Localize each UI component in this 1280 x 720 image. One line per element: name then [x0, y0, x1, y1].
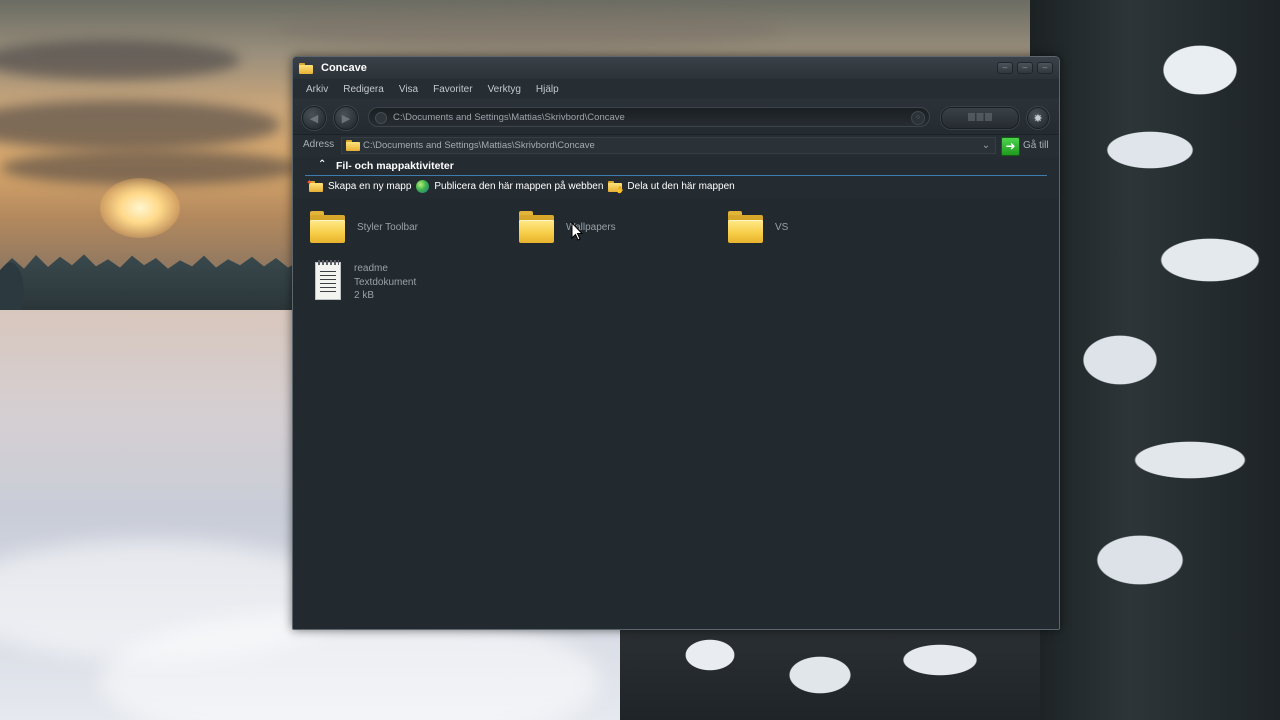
text-document-icon	[315, 260, 341, 300]
file-name: readme	[354, 263, 388, 274]
menu-verktyg[interactable]: Verktyg	[488, 84, 521, 95]
menu-redigera[interactable]: Redigera	[343, 84, 384, 95]
task-new-folder[interactable]: ✦ Skapa en ny mapp	[306, 178, 412, 192]
folder-name: Styler Toolbar	[357, 221, 418, 233]
path-text: C:\Documents and Settings\Mattias\Skrivb…	[393, 112, 625, 123]
task-publish-web[interactable]: Publicera den här mappen på webben	[416, 179, 604, 193]
window-title: Concave	[321, 62, 367, 74]
go-label[interactable]: Gå till	[1023, 140, 1049, 151]
folder-icon	[346, 140, 360, 151]
folder-icon	[310, 211, 345, 243]
minimize-button[interactable]: –	[997, 62, 1013, 74]
tasks-header[interactable]: ⌃ Fil- och mappaktiviteter	[305, 157, 1047, 176]
globe-icon	[416, 179, 430, 193]
mouse-cursor-icon	[571, 222, 583, 241]
share-folder-icon: ✋	[608, 180, 624, 194]
menu-bar: Arkiv Redigera Visa Favoriter Verktyg Hj…	[293, 79, 1059, 99]
path-breadcrumb-bar[interactable]: C:\Documents and Settings\Mattias\Skrivb…	[368, 107, 930, 127]
wallpaper-cloud	[280, 10, 780, 50]
window-controls: – – –	[997, 62, 1053, 74]
chevron-up-icon[interactable]: ⌃	[318, 159, 326, 170]
menu-favoriter[interactable]: Favoriter	[433, 84, 472, 95]
forward-button[interactable]: ▶	[334, 106, 358, 130]
view-grid-icon	[968, 113, 992, 121]
wallpaper-sun	[100, 178, 180, 238]
file-details: readme Textdokument 2 kB	[354, 262, 416, 303]
refresh-icon[interactable]: ○	[911, 111, 925, 125]
view-mode-button[interactable]	[941, 107, 1019, 129]
wallpaper-snowy-bush	[620, 625, 1040, 720]
path-icon	[375, 112, 387, 124]
title-bar[interactable]: Concave – – –	[293, 57, 1059, 79]
folder-name: VS	[775, 221, 789, 233]
file-item-readme[interactable]: readme Textdokument 2 kB	[315, 260, 416, 303]
task-share-folder[interactable]: ✋ Dela ut den här mappen	[608, 180, 735, 194]
folder-icon	[299, 63, 313, 74]
tasks-list: ✦ Skapa en ny mapp Publicera den här map…	[306, 178, 740, 194]
explorer-window: Concave – – – Arkiv Redigera Visa Favori…	[292, 56, 1060, 630]
folder-item-styler-toolbar[interactable]: Styler Toolbar	[310, 211, 418, 243]
maximize-button[interactable]: –	[1017, 62, 1033, 74]
file-type: Textdokument	[354, 276, 417, 288]
options-button[interactable]: ✸	[1027, 107, 1049, 129]
tasks-title: Fil- och mappaktiviteter	[336, 160, 454, 172]
task-label: Skapa en ny mapp	[328, 180, 412, 192]
back-button[interactable]: ◀	[302, 106, 326, 130]
folder-icon	[728, 211, 763, 243]
arrow-left-icon: ◀	[309, 112, 319, 125]
chevron-down-icon[interactable]: ⌄	[979, 139, 993, 152]
address-label: Adress	[303, 139, 335, 150]
address-bar: Adress C:\Documents and Settings\Mattias…	[293, 134, 1059, 157]
task-label: Dela ut den här mappen	[627, 180, 735, 192]
task-label: Publicera den här mappen på webben	[434, 180, 604, 192]
file-size: 2 kB	[354, 290, 375, 301]
wallpaper-snowy-tree	[1030, 0, 1280, 720]
folder-item-wallpapers[interactable]: Wallpapers	[519, 211, 616, 243]
address-value: C:\Documents and Settings\Mattias\Skrivb…	[363, 140, 595, 151]
menu-arkiv[interactable]: Arkiv	[306, 84, 328, 95]
new-folder-icon: ✦	[306, 178, 323, 192]
close-button[interactable]: –	[1037, 62, 1053, 74]
menu-visa[interactable]: Visa	[399, 84, 418, 95]
arrow-right-icon: ▶	[341, 112, 351, 125]
arrow-right-icon: ➜	[1005, 139, 1016, 153]
navigation-bar: ◀ ▶ C:\Documents and Settings\Mattias\Sk…	[293, 99, 1059, 133]
go-button[interactable]: ➜	[1001, 137, 1020, 156]
file-list-pane[interactable]: Styler Toolbar Wallpapers VS readme Text…	[293, 198, 1059, 629]
folder-item-vs[interactable]: VS	[728, 211, 788, 243]
folder-icon	[519, 211, 554, 243]
file-folder-tasks-panel: ⌃ Fil- och mappaktiviteter ✦ Skapa en ny…	[305, 157, 1047, 197]
gear-icon: ✸	[1033, 112, 1043, 125]
address-input[interactable]: C:\Documents and Settings\Mattias\Skrivb…	[341, 137, 996, 154]
menu-hjalp[interactable]: Hjälp	[536, 84, 559, 95]
